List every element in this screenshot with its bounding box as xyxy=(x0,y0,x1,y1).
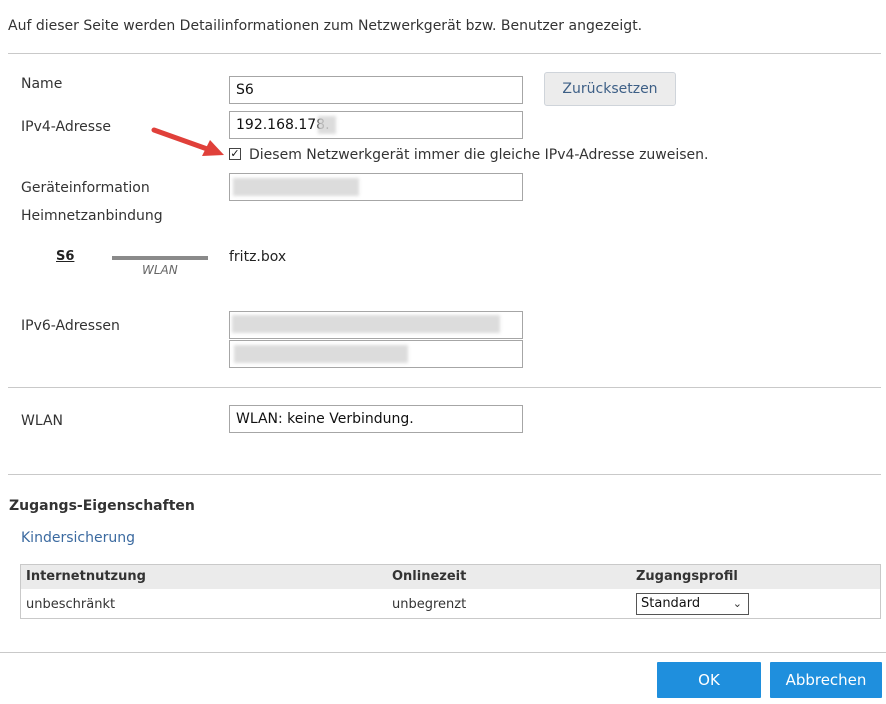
usage-cell: unbeschränkt xyxy=(26,597,116,612)
router-name: fritz.box xyxy=(229,249,287,265)
column-header-usage: Internetnutzung xyxy=(26,569,146,584)
connection-type-label: WLAN xyxy=(142,263,178,277)
ipv6-label: IPv6-Adressen xyxy=(21,318,120,334)
name-label: Name xyxy=(21,76,63,92)
device-info-label: Geräteinformation xyxy=(21,180,150,196)
divider xyxy=(0,652,886,653)
redacted-block xyxy=(318,116,336,134)
redacted-block xyxy=(233,178,359,196)
wlan-label: WLAN xyxy=(21,413,64,429)
online-time-cell: unbegrenzt xyxy=(392,597,467,612)
device-name[interactable]: S6 xyxy=(56,249,74,264)
intro-text: Auf dieser Seite werden Detailinformatio… xyxy=(8,18,643,34)
same-ipv4-checkbox[interactable]: ✓ xyxy=(229,148,241,160)
ok-button[interactable]: OK xyxy=(657,662,761,698)
table-header: Internetnutzung Onlinezeit Zugangsprofil xyxy=(21,565,880,589)
profile-select-value: Standard xyxy=(641,596,701,611)
ipv4-input[interactable]: 192.168.178. xyxy=(229,111,523,139)
access-properties-title: Zugangs-Eigenschaften xyxy=(9,498,195,514)
home-network-label: Heimnetzanbindung xyxy=(21,208,163,224)
ipv4-label: IPv4-Adresse xyxy=(21,119,111,135)
divider xyxy=(8,387,881,388)
chevron-down-icon: ⌄ xyxy=(732,597,742,610)
parental-control-link[interactable]: Kindersicherung xyxy=(21,530,135,546)
column-header-online-time: Onlinezeit xyxy=(392,569,467,584)
column-header-profile: Zugangsprofil xyxy=(636,569,738,584)
access-table: Internetnutzung Onlinezeit Zugangsprofil… xyxy=(20,564,881,619)
ipv4-value: 192.168.178. xyxy=(236,117,330,133)
red-arrow-icon xyxy=(151,127,224,156)
same-ipv4-checkbox-label: Diesem Netzwerkgerät immer die gleiche I… xyxy=(249,147,709,163)
reset-button[interactable]: Zurücksetzen xyxy=(544,72,676,106)
cancel-button[interactable]: Abbrechen xyxy=(770,662,882,698)
profile-select[interactable]: Standard ⌄ xyxy=(636,593,749,615)
redacted-block xyxy=(234,345,408,363)
divider xyxy=(8,53,881,54)
connection-line xyxy=(112,256,208,260)
wlan-status-field: WLAN: keine Verbindung. xyxy=(229,405,523,433)
name-input[interactable]: S6 xyxy=(229,76,523,104)
divider xyxy=(8,474,881,475)
redacted-block xyxy=(232,315,500,333)
